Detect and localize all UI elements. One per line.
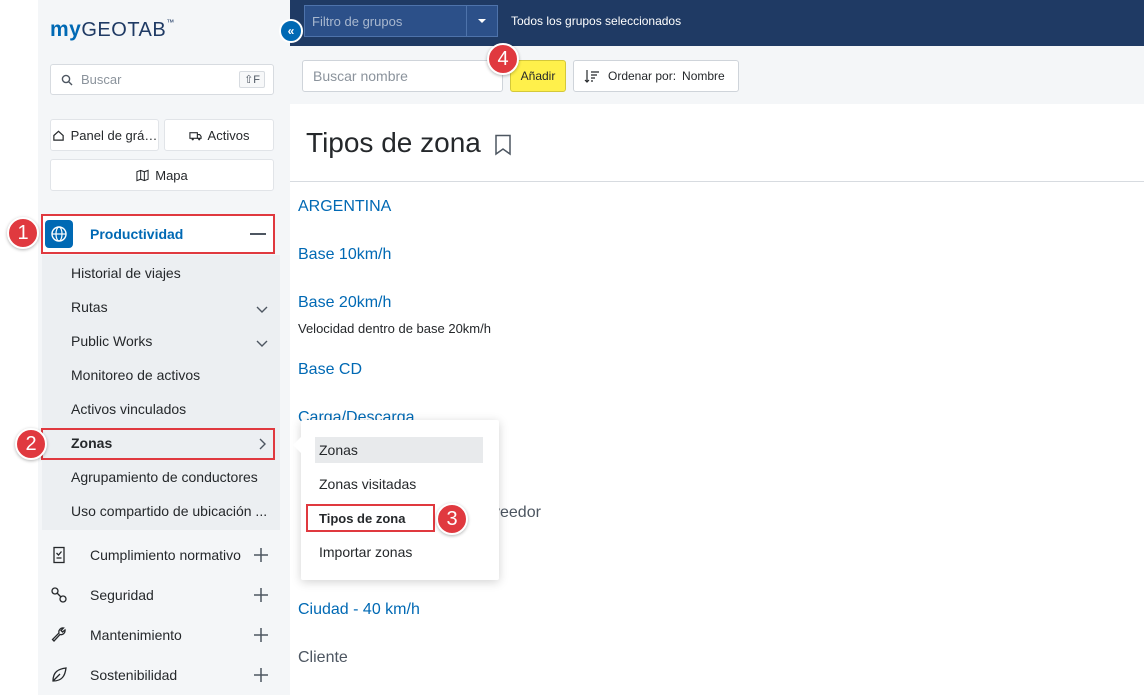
- zone-type-partial: veedor: [492, 504, 541, 521]
- zone-type-description: Velocidad dentro de base 20km/h: [298, 321, 491, 336]
- plus-icon[interactable]: [254, 548, 268, 562]
- assets-button[interactable]: Activos: [164, 119, 274, 151]
- mygeotab-logo[interactable]: myGEOTAB™: [50, 18, 175, 42]
- logo-geotab: GEOTAB: [81, 19, 167, 41]
- nav-sustainability-label: Sostenibilidad: [90, 667, 178, 683]
- compliance-icon: [53, 546, 65, 564]
- zone-type-link[interactable]: ARGENTINA: [298, 198, 391, 216]
- group-filter-status: Todos los grupos seleccionados: [511, 14, 682, 28]
- annotation-marker-4: 4: [487, 43, 519, 75]
- plus-icon[interactable]: [254, 588, 268, 602]
- bookmark-icon[interactable]: [494, 134, 512, 156]
- wrench-icon: [51, 627, 66, 642]
- caret-down-icon: [478, 19, 486, 23]
- nav-safety-label: Seguridad: [90, 587, 154, 603]
- nav-item-asset-monitoring[interactable]: Monitoreo de activos: [71, 367, 200, 383]
- nav-item-linked-assets[interactable]: Activos vinculados: [71, 401, 186, 417]
- group-filter-dropdown[interactable]: [466, 5, 498, 37]
- nav-item-routes[interactable]: Rutas: [71, 299, 108, 315]
- nav-compliance-label: Cumplimiento normativo: [90, 547, 241, 563]
- sort-button[interactable]: Ordenar por: Nombre: [573, 60, 739, 92]
- logo-my: my: [50, 18, 82, 41]
- zone-type-link[interactable]: Base 20km/h: [298, 294, 391, 312]
- title-divider: [290, 181, 1144, 182]
- flyout-item-import-zones[interactable]: Importar zonas: [319, 544, 412, 560]
- assets-label: Activos: [207, 127, 250, 143]
- nav-safety[interactable]: Seguridad: [46, 580, 278, 610]
- dashboard-button[interactable]: Panel de grá…: [50, 119, 159, 151]
- chevron-down-icon[interactable]: [256, 337, 268, 349]
- annotation-marker-1: 1: [7, 217, 39, 249]
- sort-label: Ordenar por:: [608, 69, 677, 83]
- nav-maintenance[interactable]: Mantenimiento: [46, 620, 278, 650]
- search-placeholder: Buscar: [81, 72, 122, 87]
- truck-icon: [188, 131, 202, 140]
- zone-type-link[interactable]: Ciudad - 40 km/h: [298, 601, 420, 619]
- collapse-sidebar-icon[interactable]: «: [279, 19, 303, 43]
- map-label: Mapa: [155, 167, 188, 183]
- annotation-marker-3: 3: [436, 503, 468, 535]
- nav-item-public-works[interactable]: Public Works: [71, 333, 152, 349]
- name-search-input[interactable]: Buscar nombre: [302, 60, 503, 92]
- nav-maintenance-label: Mantenimiento: [90, 627, 182, 643]
- leaf-icon: [52, 667, 67, 682]
- map-button[interactable]: Mapa: [50, 159, 274, 191]
- zone-type-link[interactable]: Base 10km/h: [298, 246, 391, 264]
- home-icon: [52, 130, 64, 141]
- nav-item-driver-grouping[interactable]: Agrupamiento de conductores: [71, 469, 258, 485]
- nav-compliance[interactable]: Cumplimiento normativo: [46, 540, 278, 570]
- sort-icon: [584, 70, 599, 83]
- productivity-submenu: [42, 255, 280, 530]
- nav-item-trip-history[interactable]: Historial de viajes: [71, 265, 181, 281]
- zone-type-item[interactable]: Cliente: [298, 649, 348, 667]
- search-icon: [61, 74, 73, 85]
- nav-item-location-sharing[interactable]: Uso compartido de ubicación ...: [71, 503, 267, 519]
- map-icon: [136, 169, 149, 181]
- safety-icon: [51, 587, 67, 603]
- group-filter-input[interactable]: Filtro de grupos: [304, 5, 467, 37]
- sidebar-search-input[interactable]: Buscar ⇧F: [50, 64, 274, 95]
- nav-sustainability[interactable]: Sostenibilidad: [46, 660, 278, 690]
- chevron-down-icon[interactable]: [256, 303, 268, 315]
- sort-value: Nombre: [682, 69, 725, 83]
- page-title: Tipos de zona: [306, 127, 481, 158]
- flyout-pointer: [293, 437, 301, 453]
- add-button[interactable]: Añadir: [510, 60, 566, 92]
- search-shortcut: ⇧F: [239, 71, 265, 88]
- zone-type-link[interactable]: Base CD: [298, 361, 362, 379]
- plus-icon[interactable]: [254, 668, 268, 682]
- annotation-box-2: [41, 428, 275, 460]
- plus-icon[interactable]: [254, 628, 268, 642]
- annotation-box-3: [306, 504, 435, 532]
- annotation-marker-2: 2: [15, 428, 47, 460]
- logo-tm: ™: [166, 18, 175, 27]
- annotation-box-1: [41, 214, 275, 254]
- dashboard-label: Panel de grá…: [70, 127, 158, 143]
- flyout-item-visited-zones[interactable]: Zonas visitadas: [319, 476, 416, 492]
- flyout-item-zones[interactable]: Zonas: [319, 442, 358, 458]
